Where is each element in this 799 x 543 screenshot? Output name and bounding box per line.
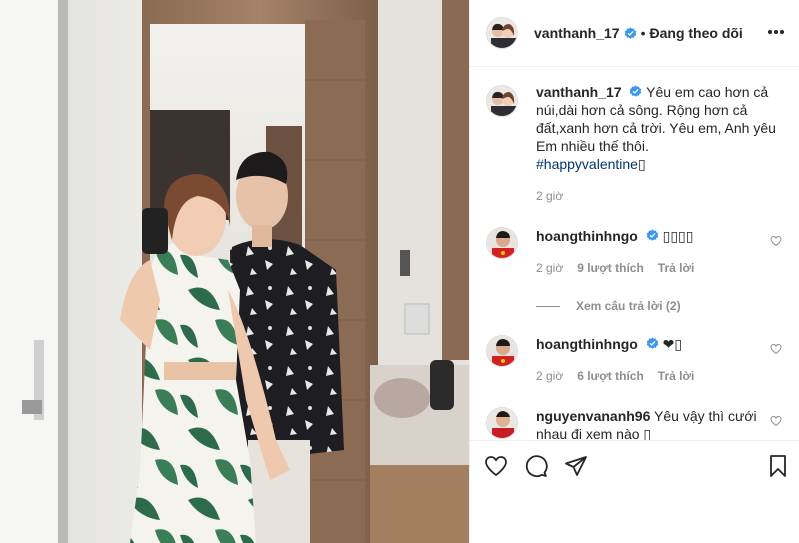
comment-item: hoangthinhngo ❤▯ 2 giờ 6 lượt thích Trả lờ… [486, 335, 784, 385]
share-icon[interactable] [564, 454, 588, 478]
verified-badge-icon [646, 229, 659, 241]
view-replies-line [536, 305, 560, 307]
comment-body: nguyenvananh96 Yêu vậy thì cưới nhau đi … [536, 407, 784, 440]
avatar-photo [487, 18, 517, 48]
more-options-icon[interactable] [766, 22, 786, 42]
caption-author-avatar[interactable] [486, 85, 518, 117]
caption-hashtag[interactable]: #happyvalentine [536, 156, 638, 172]
commenter-avatar[interactable] [486, 335, 518, 367]
follow-status-button[interactable]: Đang theo dõi [650, 25, 743, 41]
comment-likes[interactable]: 6 lượt thích [577, 369, 644, 383]
post-photo[interactable] [0, 0, 469, 543]
bookmark-icon[interactable] [766, 454, 790, 478]
comment-meta: 2 giờ 6 lượt thích Trả lời [536, 367, 784, 385]
comment-time[interactable]: 2 giờ [536, 261, 563, 275]
comment-username[interactable]: hoangthinhngo [536, 228, 638, 244]
heart-icon[interactable] [484, 454, 508, 478]
comment-text: ❤▯ [662, 336, 683, 352]
post-action-bar [470, 440, 799, 490]
comment-likes[interactable]: 9 lượt thích [577, 261, 644, 275]
comment-time[interactable]: 2 giờ [536, 369, 563, 383]
avatar-photo [487, 336, 517, 366]
more-dot [774, 30, 778, 34]
more-dot [780, 30, 784, 34]
comment-item: hoangthinhngo ▯▯▯▯ 2 giờ 9 lượt thích Trả … [486, 227, 784, 277]
verified-badge-icon [624, 26, 636, 39]
view-replies-label: Xem câu trả lời (2) [576, 299, 681, 313]
post-caption: vanthanh_17 Yêu em cao hơn cả núi,dài hơ… [486, 83, 784, 205]
header-separator: • [640, 25, 646, 41]
comment-text: ▯▯▯▯ [662, 228, 694, 244]
comment-username[interactable]: nguyenvananh96 [536, 408, 650, 424]
comment-meta: 2 giờ 9 lượt thích Trả lời [536, 259, 784, 277]
avatar-photo [487, 86, 517, 116]
caption-username[interactable]: vanthanh_17 [536, 84, 622, 100]
like-comment-heart-icon[interactable] [770, 415, 782, 427]
mirror-selfie-image [0, 0, 469, 543]
view-replies-button[interactable]: Xem câu trả lời (2) [536, 299, 784, 313]
avatar-photo [487, 228, 517, 258]
like-comment-heart-icon[interactable] [770, 235, 782, 247]
comment-username[interactable]: hoangthinhngo [536, 336, 638, 352]
comment-body: hoangthinhngo ❤▯ 2 giờ 6 lượt thích Trả lờ… [536, 335, 784, 385]
reply-button[interactable]: Trả lời [658, 261, 695, 275]
caption-time[interactable]: 2 giờ [536, 189, 563, 203]
commenter-avatar[interactable] [486, 227, 518, 259]
commenter-avatar[interactable] [486, 407, 518, 439]
like-comment-heart-icon[interactable] [770, 343, 782, 355]
avatar-photo [487, 408, 517, 438]
caption-body: vanthanh_17 Yêu em cao hơn cả núi,dài hơ… [536, 83, 784, 205]
post-side-panel: vanthanh_17 • Đang theo dõi vanthanh_17 … [469, 0, 799, 543]
author-avatar[interactable] [486, 17, 518, 49]
comment-body: hoangthinhngo ▯▯▯▯ 2 giờ 9 lượt thích Trả … [536, 227, 784, 277]
verified-badge-icon [646, 337, 659, 349]
comments-list[interactable]: vanthanh_17 Yêu em cao hơn cả núi,dài hơ… [470, 67, 799, 440]
reply-button[interactable]: Trả lời [658, 369, 695, 383]
comment-icon[interactable] [524, 454, 548, 478]
comment-item: nguyenvananh96 Yêu vậy thì cưới nhau đi … [486, 407, 784, 440]
more-dot [768, 30, 772, 34]
post-header: vanthanh_17 • Đang theo dõi [470, 0, 799, 67]
caption-emoji: ▯ [637, 156, 646, 172]
caption-meta: 2 giờ [536, 187, 784, 205]
verified-badge-icon [630, 85, 642, 97]
author-username[interactable]: vanthanh_17 [534, 25, 620, 41]
